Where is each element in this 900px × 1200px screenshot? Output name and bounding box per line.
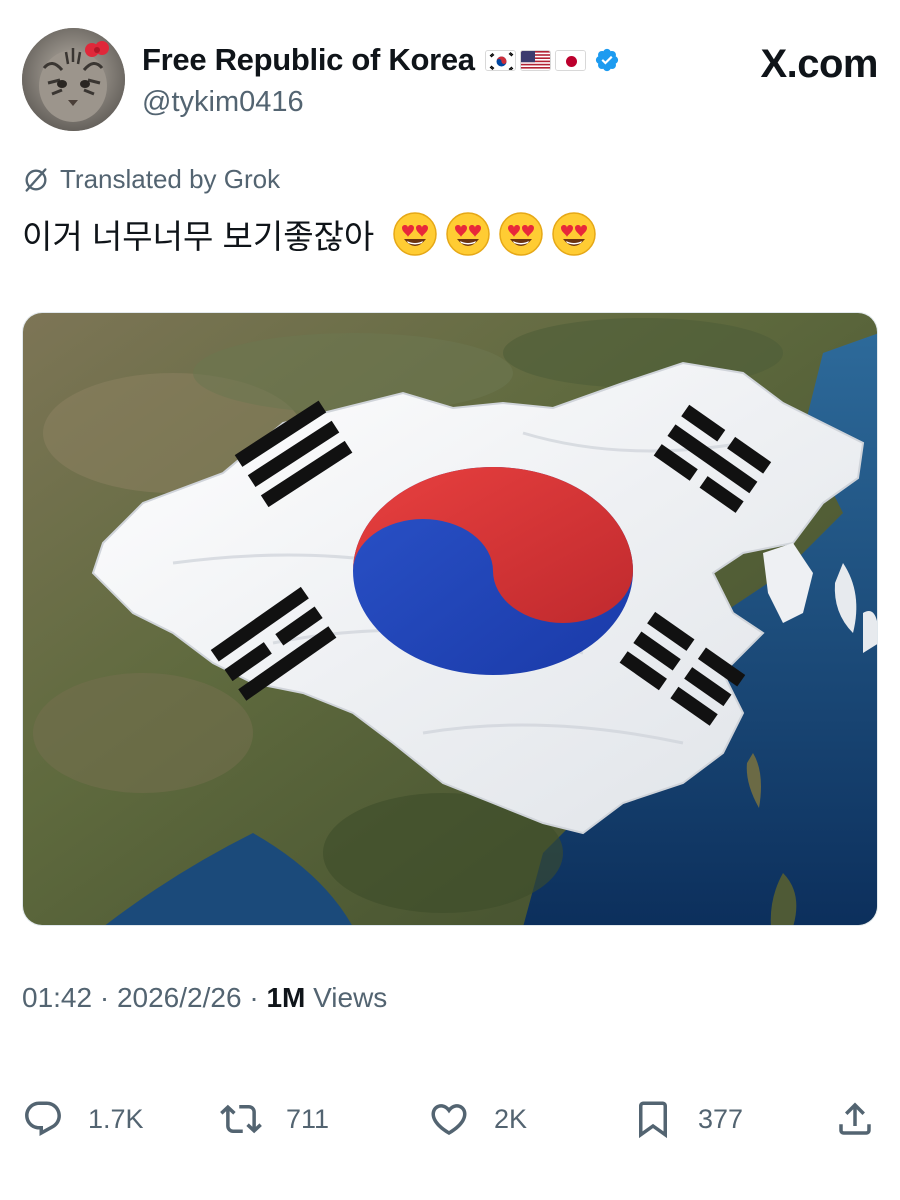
heart-icon	[431, 1104, 467, 1136]
like-button[interactable]: 2K	[428, 1098, 527, 1140]
name-row: Free Republic of Korea	[142, 40, 620, 80]
site-logo: X.com	[760, 42, 878, 86]
bookmark-button[interactable]: 377	[632, 1098, 743, 1140]
tweet-text: 이거 너무너무 보기좋잖아	[22, 210, 597, 258]
heart-eyes-emoji-icon	[552, 212, 597, 256]
emoji-group	[392, 211, 597, 257]
views-count: 1M	[266, 982, 306, 1013]
views-label: Views	[313, 982, 388, 1013]
usa-flag-icon	[519, 49, 551, 71]
avatar[interactable]	[22, 28, 125, 131]
meta-separator: ·	[99, 982, 110, 1013]
tweet-body: 이거 너무너무 보기좋잖아	[22, 218, 375, 255]
action-bar: 1.7K 711 2K 377	[22, 1098, 878, 1148]
heart-eyes-emoji-icon	[499, 212, 544, 256]
tweet-meta: 01:42 · 2026/2/26 · 1M Views	[22, 982, 387, 1014]
reply-icon	[25, 1101, 61, 1136]
flag-emojis	[484, 49, 586, 71]
verified-badge-icon	[595, 48, 618, 72]
tweet-header: Free Republic of Korea @tykim0416 X.com	[22, 28, 878, 138]
heart-eyes-emoji-icon	[393, 212, 438, 256]
display-name[interactable]: Free Republic of Korea	[142, 42, 475, 78]
heart-eyes-emoji-icon	[446, 212, 491, 256]
repost-count: 711	[286, 1103, 330, 1134]
like-count: 2K	[494, 1103, 528, 1134]
repost-icon	[220, 1104, 262, 1134]
bookmark-icon	[639, 1101, 667, 1139]
grok-icon	[25, 167, 47, 192]
bookmark-count: 377	[698, 1103, 744, 1134]
reply-button[interactable]: 1.7K	[22, 1098, 144, 1140]
translation-notice[interactable]: Translated by Grok	[22, 164, 280, 195]
tweet-media-image[interactable]	[22, 312, 878, 926]
korean-flag-map-image	[23, 313, 877, 925]
share-icon	[839, 1102, 871, 1135]
share-button[interactable]	[834, 1098, 876, 1140]
tweet-date[interactable]: 2026/2/26	[117, 982, 242, 1013]
tweet-time[interactable]: 01:42	[22, 982, 92, 1013]
south-korea-flag-icon	[484, 49, 516, 71]
user-handle[interactable]: @tykim0416	[142, 86, 304, 119]
taegeuk-symbol	[353, 467, 633, 675]
japan-flag-icon	[554, 49, 586, 71]
repost-button[interactable]: 711	[220, 1098, 329, 1140]
reply-count: 1.7K	[88, 1103, 144, 1134]
translation-label: Translated by Grok	[60, 164, 281, 194]
meta-separator: ·	[249, 982, 259, 1013]
